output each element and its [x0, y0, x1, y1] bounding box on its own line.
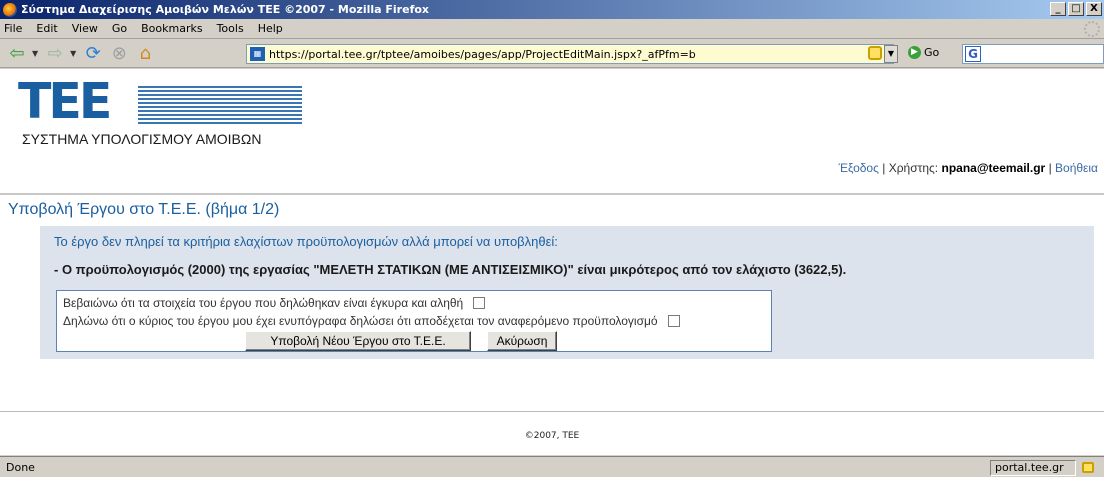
- status-bar: Done portal.tee.gr: [0, 456, 1104, 477]
- throbber-icon: [1084, 21, 1100, 37]
- back-icon[interactable]: ⇦: [6, 43, 28, 64]
- page-content: TEE ΣΥΣΤΗΜΑ ΥΠΟΛΟΓΙΣΜΟΥ ΑΜΟΙΒΩΝ Έξοδος |…: [0, 69, 1104, 455]
- menu-view[interactable]: View: [72, 22, 98, 35]
- back-dropdown-icon[interactable]: ▼: [32, 49, 38, 58]
- menu-tools[interactable]: Tools: [217, 22, 244, 35]
- user-label: Χρήστης:: [888, 161, 939, 175]
- confirm-row-2: Δηλώνω ότι ο κύριος του έργου μου έχει ε…: [63, 314, 680, 328]
- logout-link[interactable]: Έξοδος: [839, 161, 879, 175]
- site-favicon-icon: ▦: [250, 47, 265, 61]
- firefox-icon: [3, 2, 17, 17]
- tee-logo: TEE ΣΥΣΤΗΜΑ ΥΠΟΛΟΓΙΣΜΟΥ ΑΜΟΙΒΩΝ: [18, 73, 302, 147]
- maximize-button[interactable]: □: [1068, 2, 1084, 16]
- window-titlebar: Σύστημα Διαχείρισης Αμοιβών Μελών ΤΕΕ ©2…: [0, 0, 1104, 19]
- logo-text: TEE: [18, 73, 112, 130]
- address-url: https://portal.tee.gr/tptee/amoibes/page…: [269, 47, 696, 61]
- status-host: portal.tee.gr: [990, 460, 1076, 476]
- close-button[interactable]: X: [1086, 2, 1102, 16]
- url-dropdown-icon[interactable]: ▼: [884, 45, 898, 63]
- footer-divider: [0, 411, 1104, 412]
- go-arrow-icon: ▶: [908, 46, 921, 59]
- confirm-owner-checkbox[interactable]: [667, 315, 680, 327]
- status-text: Done: [6, 461, 35, 474]
- go-button[interactable]: ▶ Go: [908, 46, 939, 59]
- message-panel: Το έργο δεν πληρεί τα κριτήρια ελαχίστων…: [40, 226, 1094, 359]
- window-title: Σύστημα Διαχείρισης Αμοιβών Μελών ΤΕΕ ©2…: [21, 3, 430, 16]
- menu-go[interactable]: Go: [112, 22, 127, 35]
- user-email: npana@teemail.gr: [941, 161, 1046, 175]
- menu-bar: File Edit View Go Bookmarks Tools Help: [0, 19, 1104, 39]
- go-label: Go: [924, 46, 940, 59]
- search-input[interactable]: G: [962, 44, 1104, 64]
- menu-help[interactable]: Help: [258, 22, 283, 35]
- address-bar[interactable]: ▦ https://portal.tee.gr/tptee/amoibes/pa…: [246, 44, 894, 64]
- reload-icon[interactable]: ⟳: [82, 43, 104, 64]
- budget-detail: - Ο προϋπολογισμός (2000) της εργασίας "…: [54, 262, 847, 277]
- lock-icon[interactable]: [868, 46, 882, 60]
- google-search-icon[interactable]: G: [965, 46, 981, 62]
- page-title: Υποβολή Έργου στο Τ.Ε.Ε. (βήμα 1/2): [8, 201, 280, 218]
- confirm-valid-checkbox[interactable]: [473, 297, 486, 309]
- help-link[interactable]: Βοήθεια: [1055, 161, 1098, 175]
- header-divider: [0, 193, 1104, 195]
- menu-bookmarks[interactable]: Bookmarks: [141, 22, 202, 35]
- cancel-button[interactable]: Ακύρωση: [487, 331, 557, 351]
- submit-project-button[interactable]: Υποβολή Νέου Έργου στο Τ.Ε.Ε.: [245, 331, 471, 351]
- home-icon[interactable]: ⌂: [134, 43, 156, 64]
- menu-edit[interactable]: Edit: [36, 22, 57, 35]
- menu-file[interactable]: File: [4, 22, 22, 35]
- minimize-button[interactable]: _: [1050, 2, 1066, 16]
- stop-icon[interactable]: ⊗: [108, 43, 130, 64]
- confirm-owner-label: Δηλώνω ότι ο κύριος του έργου μου έχει ε…: [63, 314, 658, 328]
- header-links: Έξοδος | Χρήστης: npana@teemail.gr | Βοή…: [838, 161, 1098, 175]
- footer-copyright: ©2007, TEE: [524, 431, 580, 441]
- forward-icon[interactable]: ⇨: [44, 43, 66, 64]
- window-controls: _ □ X: [1050, 2, 1102, 16]
- status-lock-icon[interactable]: [1082, 462, 1094, 473]
- forward-dropdown-icon[interactable]: ▼: [70, 49, 76, 58]
- logo-stripes: [138, 86, 302, 126]
- warning-message: Το έργο δεν πληρεί τα κριτήρια ελαχίστων…: [54, 234, 558, 249]
- system-subtitle: ΣΥΣΤΗΜΑ ΥΠΟΛΟΓΙΣΜΟΥ ΑΜΟΙΒΩΝ: [22, 131, 262, 147]
- confirmation-form: Βεβαιώνω ότι τα στοιχεία του έργου που δ…: [56, 290, 772, 352]
- confirm-row-1: Βεβαιώνω ότι τα στοιχεία του έργου που δ…: [63, 296, 486, 310]
- confirm-valid-label: Βεβαιώνω ότι τα στοιχεία του έργου που δ…: [63, 296, 464, 310]
